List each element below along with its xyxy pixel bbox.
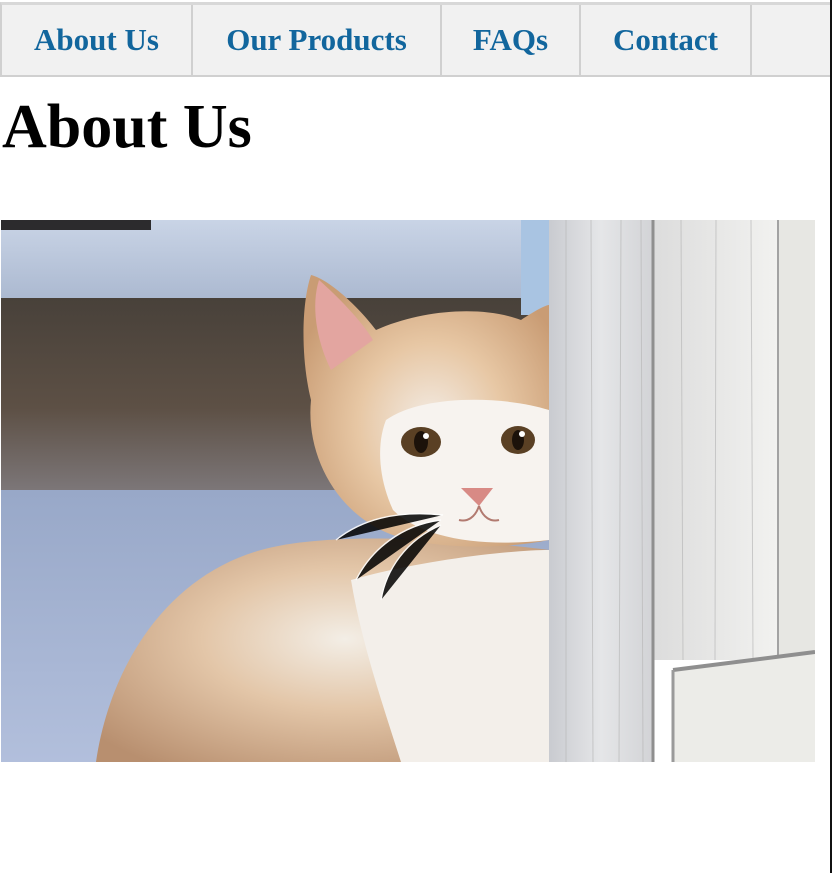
nav-about-us[interactable]: About Us	[2, 5, 193, 75]
kitten-photo	[1, 220, 815, 762]
top-nav: About Us Our Products FAQs Contact	[0, 2, 832, 77]
nav-faqs[interactable]: FAQs	[442, 5, 581, 75]
nav-contact[interactable]: Contact	[581, 5, 752, 75]
nav-empty-item[interactable]	[752, 5, 832, 75]
nav-our-products[interactable]: Our Products	[193, 5, 442, 75]
page-title: About Us	[2, 93, 252, 161]
page: About Us Our Products FAQs Contact About…	[0, 0, 832, 873]
